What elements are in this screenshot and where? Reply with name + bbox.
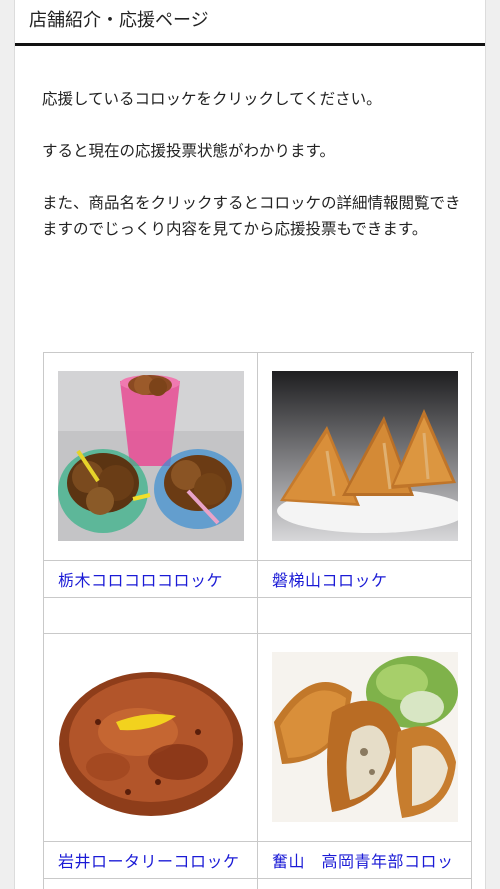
product-link-tochigi[interactable]: 栃木コロコロコロッケ xyxy=(58,571,223,590)
product-name-cell: 栃木コロコロコロッケ xyxy=(44,561,258,598)
page-title: 店舗紹介・応援ページ xyxy=(29,10,209,31)
empty-cell xyxy=(258,879,472,889)
page: 店舗紹介・応援ページ 応援しているコロッケをクリックしてください。 すると現在の… xyxy=(14,0,486,889)
product-name-cell: 奮山 高岡青年部コロッ xyxy=(258,842,472,879)
product-name-cell: 岩井ロータリーコロッケ xyxy=(44,842,258,879)
empty-cell xyxy=(44,879,258,889)
intro-line: 応援しているコロッケをクリックしてください。 xyxy=(42,90,382,108)
product-image-bandaisan[interactable] xyxy=(272,371,458,541)
product-link-takaoka[interactable]: 奮山 高岡青年部コロッ xyxy=(272,852,454,871)
product-name-row: 栃木コロコロコロッケ 磐梯山コロッケ xyxy=(44,561,474,598)
product-image-row xyxy=(44,634,474,842)
empty-cell xyxy=(258,598,472,634)
product-image-tochigi[interactable] xyxy=(58,371,244,541)
product-name-cell: 磐梯山コロッケ xyxy=(258,561,472,598)
empty-cell xyxy=(44,598,258,634)
product-image-cell xyxy=(44,634,258,842)
product-blank-row xyxy=(44,598,474,634)
product-name-row: 岩井ロータリーコロッケ 奮山 高岡青年部コロッ xyxy=(44,842,474,879)
product-grid: 栃木コロコロコロッケ 磐梯山コロッケ 岩井ロータリーコロッケ 奮山 高岡青年部コ… xyxy=(43,352,474,889)
product-image-iwai[interactable] xyxy=(58,652,244,822)
intro-line: また、商品名をクリックするとコロッケの詳細情報閲覧できますのでじっくり内容を見て… xyxy=(42,194,461,238)
page-header: 店舗紹介・応援ページ xyxy=(15,0,485,46)
product-image-row xyxy=(44,353,474,561)
product-blank-row xyxy=(44,879,474,889)
product-image-cell xyxy=(44,353,258,561)
intro-line: すると現在の応援投票状態がわかります。 xyxy=(42,142,335,160)
product-link-bandaisan[interactable]: 磐梯山コロッケ xyxy=(272,571,388,590)
product-image-cell xyxy=(258,634,472,842)
product-link-iwai[interactable]: 岩井ロータリーコロッケ xyxy=(58,852,240,871)
product-image-cell xyxy=(258,353,472,561)
product-image-takaoka[interactable] xyxy=(272,652,458,822)
intro-text: 応援しているコロッケをクリックしてください。 すると現在の応援投票状態がわかりま… xyxy=(15,46,485,242)
